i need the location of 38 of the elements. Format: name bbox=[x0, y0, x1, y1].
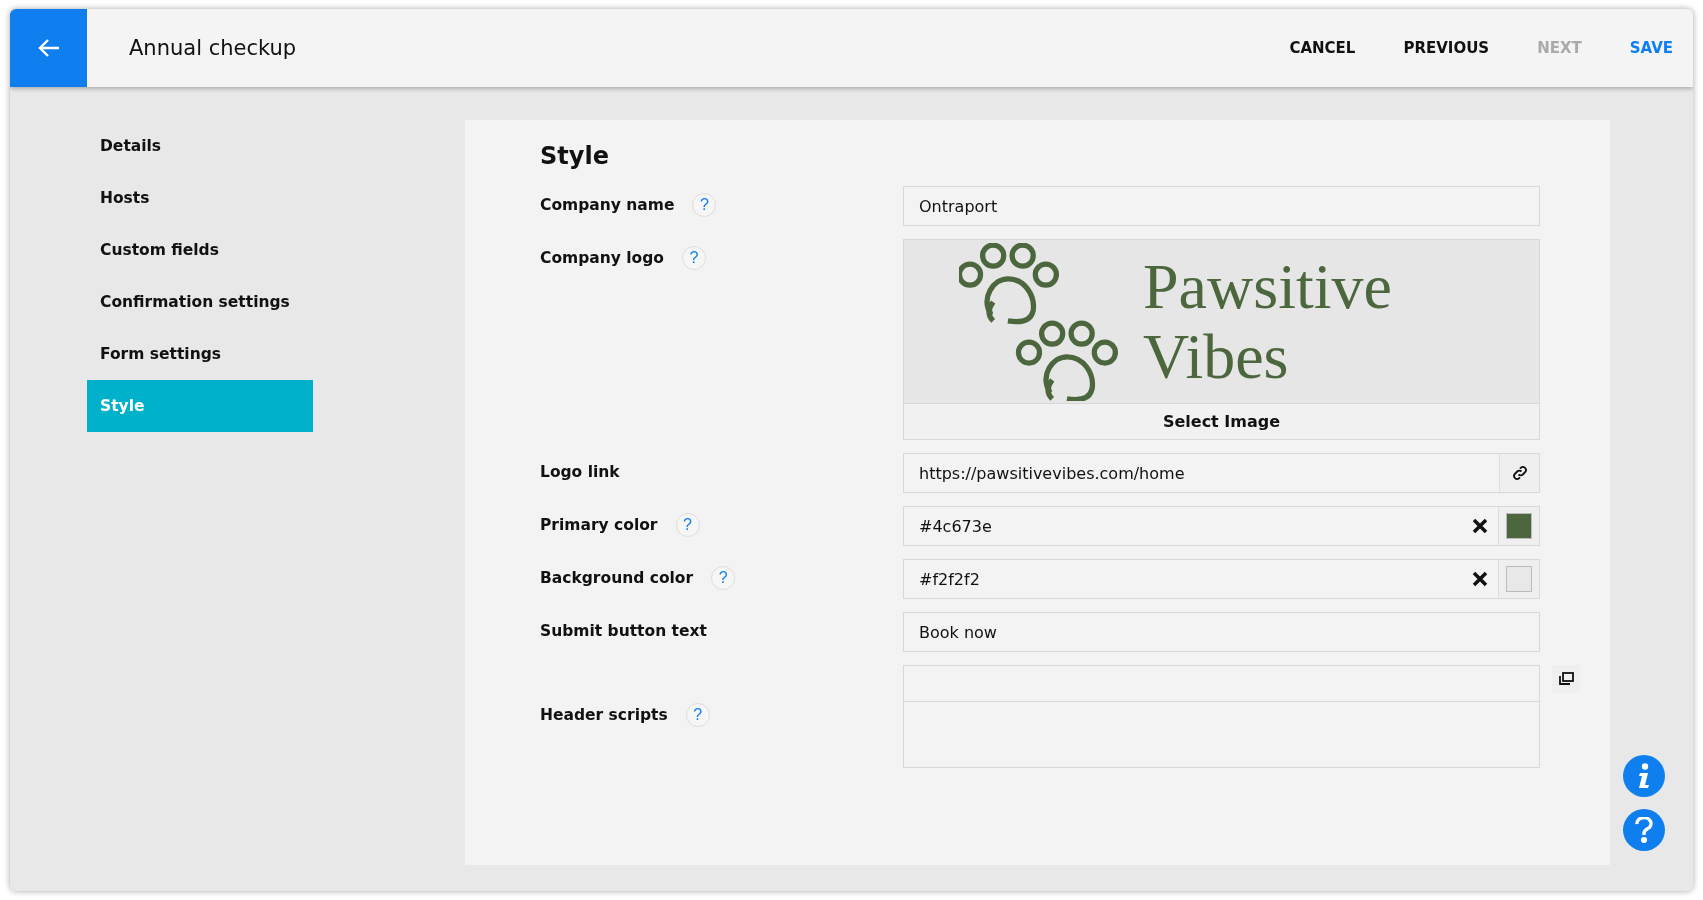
field-label: Logo link bbox=[540, 463, 620, 481]
help-button[interactable]: ? bbox=[711, 566, 736, 590]
help-button[interactable]: ? bbox=[692, 193, 717, 217]
color-field[interactable]: #f2f2f2 bbox=[903, 559, 1540, 599]
help-icon[interactable] bbox=[1623, 809, 1665, 851]
field-label: Company name bbox=[540, 196, 675, 214]
link-icon[interactable] bbox=[1499, 454, 1539, 492]
sidebar-item[interactable]: Details bbox=[87, 120, 313, 172]
expand-window-icon[interactable] bbox=[1552, 665, 1580, 693]
help-button[interactable]: ? bbox=[685, 703, 710, 727]
sidebar-item[interactable]: Hosts bbox=[87, 172, 313, 224]
text-field[interactable]: Book now bbox=[903, 612, 1540, 652]
color-swatch[interactable] bbox=[1506, 513, 1532, 539]
clear-icon[interactable] bbox=[1472, 571, 1488, 587]
field-label: Header scripts bbox=[540, 706, 668, 724]
color-swatch[interactable] bbox=[1506, 566, 1532, 592]
field-label: Submit button text bbox=[540, 622, 707, 640]
section-title: Style bbox=[540, 142, 610, 170]
text-field[interactable]: Ontraport bbox=[903, 186, 1540, 226]
field-label: Background color bbox=[540, 569, 694, 587]
help-button[interactable]: ? bbox=[675, 513, 700, 537]
header-action-button[interactable]: CANCEL bbox=[1289, 33, 1356, 63]
sidebar-item[interactable]: Confirmation settings bbox=[87, 276, 313, 328]
info-icon[interactable] bbox=[1623, 755, 1665, 797]
help-button[interactable]: ? bbox=[682, 246, 706, 270]
sidebar-item[interactable]: Custom fields bbox=[87, 224, 313, 276]
page-title: Annual checkup bbox=[129, 36, 298, 60]
field-label: Primary color bbox=[540, 516, 658, 534]
header-action-button[interactable]: SAVE bbox=[1629, 33, 1673, 63]
color-field[interactable]: #4c673e bbox=[903, 506, 1540, 546]
header-action-button[interactable]: PREVIOUS bbox=[1403, 33, 1490, 63]
clear-icon[interactable] bbox=[1472, 518, 1488, 534]
sidebar-item[interactable]: Form settings bbox=[87, 328, 313, 380]
logo-text: Vibes bbox=[1143, 321, 1290, 392]
url-field[interactable]: https://pawsitivevibes.com/home bbox=[903, 453, 1540, 493]
field-label: Company logo bbox=[540, 249, 664, 267]
logo-text: Pawsitive bbox=[1143, 251, 1392, 322]
script-input-field[interactable] bbox=[903, 665, 1540, 702]
